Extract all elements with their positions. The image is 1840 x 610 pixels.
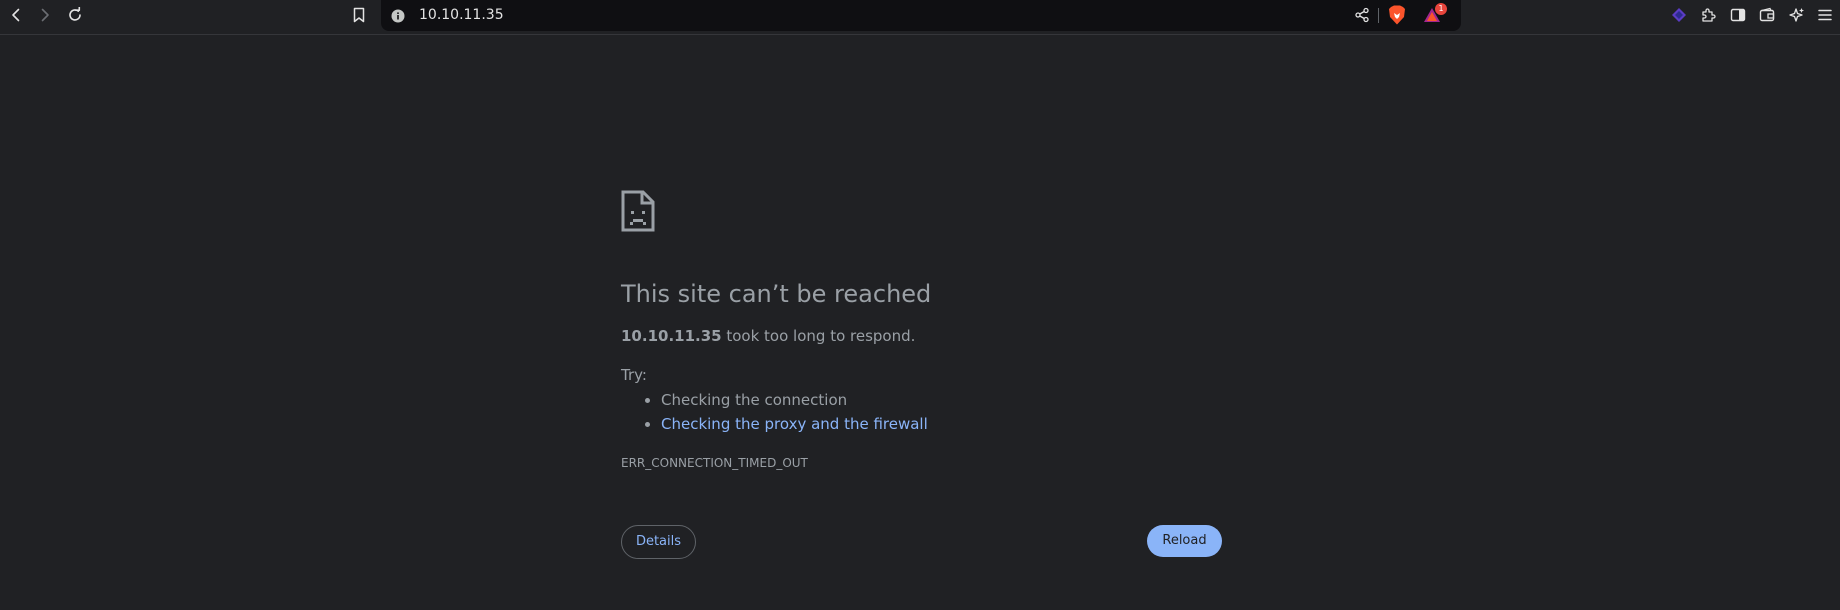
url-text[interactable]: 10.10.11.35 xyxy=(419,6,504,24)
forward-arrow-icon[interactable] xyxy=(34,4,56,26)
suggestion-list: Checking the connection Checking the pro… xyxy=(621,388,928,436)
purple-diamond-icon[interactable] xyxy=(1668,4,1690,26)
error-code: ERR_CONNECTION_TIMED_OUT xyxy=(621,456,808,470)
hamburger-menu-icon[interactable] xyxy=(1814,4,1836,26)
error-summary-text: took too long to respond. xyxy=(721,327,916,345)
back-arrow-icon[interactable] xyxy=(5,4,27,26)
url-divider xyxy=(1378,8,1379,23)
suggestion-check-proxy-item: Checking the proxy and the firewall xyxy=(661,412,928,436)
suggestion-check-connection: Checking the connection xyxy=(661,388,928,412)
info-icon[interactable] xyxy=(391,8,405,23)
page-title: This site can’t be reached xyxy=(621,280,932,308)
sparkle-icon[interactable] xyxy=(1786,4,1808,26)
sidebar-icon[interactable] xyxy=(1727,4,1749,26)
share-icon[interactable] xyxy=(1351,4,1373,26)
wallet-icon[interactable] xyxy=(1756,4,1778,26)
bookmark-icon[interactable] xyxy=(348,4,370,26)
sad-document-icon xyxy=(621,190,655,236)
details-button[interactable]: Details xyxy=(621,525,696,559)
reload-button[interactable]: Reload xyxy=(1147,525,1222,557)
reload-icon[interactable] xyxy=(64,4,86,26)
notification-badge: 1 xyxy=(1435,3,1447,15)
check-proxy-firewall-link[interactable]: Checking the proxy and the firewall xyxy=(661,415,928,433)
try-label: Try: xyxy=(621,366,647,384)
address-bar[interactable]: 10.10.11.35 1 xyxy=(381,0,1461,31)
brave-lion-icon[interactable] xyxy=(1386,4,1408,26)
error-host: 10.10.11.35 xyxy=(621,327,722,345)
puzzle-piece-icon[interactable] xyxy=(1697,4,1719,26)
error-summary: 10.10.11.35 took too long to respond. xyxy=(621,326,915,346)
browser-toolbar: 10.10.11.35 1 xyxy=(0,0,1840,35)
